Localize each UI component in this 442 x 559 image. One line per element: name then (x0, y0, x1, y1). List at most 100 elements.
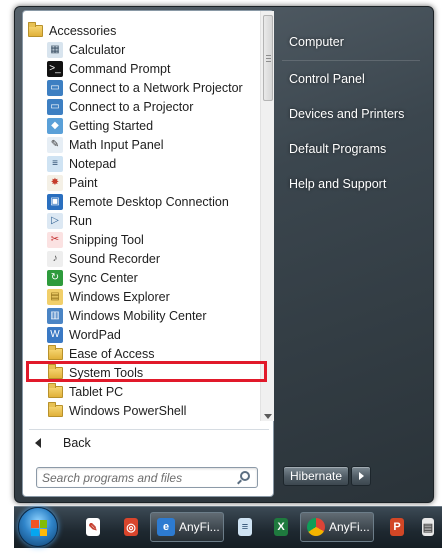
capture-icon: ◎ (124, 518, 138, 536)
taskbar-notepad-button[interactable]: ≡ (232, 512, 256, 542)
search-icon[interactable] (240, 471, 250, 481)
program-item[interactable]: ↻ Sync Center (23, 268, 259, 287)
program-item[interactable]: System Tools (23, 363, 259, 382)
chrome-icon (307, 518, 325, 536)
program-label: Calculator (69, 42, 126, 57)
notepad-icon: ≡ (238, 518, 252, 536)
program-label: Tablet PC (69, 384, 124, 399)
taskbar-excel-button[interactable]: X (268, 512, 292, 542)
right-item-control-panel[interactable]: Control Panel (289, 72, 365, 86)
program-item[interactable]: ◆ Getting Started (23, 116, 259, 135)
program-label: Getting Started (69, 118, 154, 133)
program-label: Math Input Panel (69, 137, 164, 152)
program-item[interactable]: Windows PowerShell (23, 401, 259, 420)
search-box[interactable] (36, 467, 258, 488)
right-item-help-and-support[interactable]: Help and Support (289, 177, 386, 191)
network-projector-icon: ▭ (47, 79, 63, 96)
excel-icon: X (274, 518, 288, 536)
back-arrow-icon (35, 438, 41, 448)
program-item[interactable]: Tablet PC (23, 382, 259, 401)
program-item[interactable]: ▦ Calculator (23, 40, 259, 59)
taskbar-chrome-button[interactable]: AnyFi... (300, 512, 374, 542)
program-item[interactable]: W WordPad (23, 325, 259, 344)
program-label: Connect to a Network Projector (69, 80, 243, 95)
program-item[interactable]: ▣ Remote Desktop Connection (23, 192, 259, 211)
program-label: System Tools (69, 365, 144, 380)
taskbar-paint-button[interactable]: ✎ (80, 512, 104, 542)
program-item[interactable]: ♪ Sound Recorder (23, 249, 259, 268)
program-label: Notepad (69, 156, 117, 171)
program-item[interactable]: >_ Command Prompt (23, 59, 259, 78)
calculator-icon: ▦ (47, 41, 63, 58)
program-label: Accessories (49, 23, 117, 38)
program-label: Sound Recorder (69, 251, 161, 266)
getting-started-icon: ◆ (47, 117, 63, 134)
hibernate-button[interactable]: Hibernate (283, 466, 349, 486)
taskbar-powerpoint-button[interactable]: P (384, 512, 408, 542)
projector-icon: ▭ (47, 98, 63, 115)
program-label: Windows Explorer (69, 289, 170, 304)
program-label: Command Prompt (69, 61, 171, 76)
taskbar-ie-button[interactable]: e AnyFi... (150, 512, 224, 542)
program-item[interactable]: ▥ Windows Mobility Center (23, 306, 259, 325)
taskbar-chrome-label: AnyFi... (329, 520, 370, 534)
start-button[interactable] (18, 507, 58, 547)
taskbar-ie-label: AnyFi... (179, 520, 220, 534)
explorer-icon: ▤ (47, 288, 63, 305)
taskbar: ✎ ◎ e AnyFi... ≡ X AnyFi... P ▤ (14, 506, 442, 548)
program-item[interactable]: ▤ Windows Explorer (23, 287, 259, 306)
program-item[interactable]: ▭ Connect to a Network Projector (23, 78, 259, 97)
folder-icon (27, 21, 43, 39)
ie-icon: e (157, 518, 175, 536)
folder-icon (47, 363, 63, 381)
program-item[interactable]: ✂ Snipping Tool (23, 230, 259, 249)
back-label: Back (63, 436, 91, 450)
program-label: Ease of Access (69, 346, 155, 361)
program-label: Sync Center (69, 270, 138, 285)
program-item[interactable]: ✎ Math Input Panel (23, 135, 259, 154)
remote-desktop-icon: ▣ (47, 193, 63, 210)
program-label: Snipping Tool (69, 232, 144, 247)
program-label: WordPad (69, 327, 121, 342)
program-item[interactable]: ▭ Connect to a Projector (23, 97, 259, 116)
program-item[interactable]: ≡ Notepad (23, 154, 259, 173)
program-item[interactable]: Accessories (23, 21, 259, 40)
back-button[interactable]: Back (23, 431, 273, 455)
right-separator (282, 60, 420, 61)
program-item[interactable]: ▷ Run (23, 211, 259, 230)
divider (29, 429, 269, 430)
windows-logo-icon (31, 520, 47, 536)
program-label: Remote Desktop Connection (69, 194, 229, 209)
power-options-button[interactable] (351, 466, 371, 486)
program-label: Windows Mobility Center (69, 308, 207, 323)
app-icon: ▤ (422, 518, 434, 536)
program-item[interactable]: ✸ Paint (23, 173, 259, 192)
powerpoint-icon: P (390, 518, 404, 536)
program-label: Paint (69, 175, 98, 190)
right-item-computer[interactable]: Computer (289, 35, 344, 49)
sync-icon: ↻ (47, 269, 63, 286)
run-icon: ▷ (47, 212, 63, 229)
right-item-default-programs[interactable]: Default Programs (289, 142, 386, 156)
notepad-icon: ≡ (47, 155, 63, 172)
paint-icon: ✸ (47, 174, 63, 191)
microphone-icon: ♪ (47, 250, 63, 267)
scroll-down-icon[interactable] (264, 414, 272, 419)
program-label: Windows PowerShell (69, 403, 187, 418)
all-programs-list: Accessories ▦ Calculator >_ Command Prompt ▭ C… (23, 11, 259, 421)
wordpad-icon: W (47, 326, 63, 343)
right-item-devices-and-printers[interactable]: Devices and Printers (289, 107, 404, 121)
taskbar-app-button[interactable]: ▤ (416, 512, 438, 542)
program-label: Run (69, 213, 92, 228)
math-input-icon: ✎ (47, 136, 63, 153)
command-prompt-icon: >_ (47, 60, 63, 77)
program-item[interactable]: Ease of Access (23, 344, 259, 363)
programs-scrollbar[interactable] (260, 11, 274, 421)
taskbar-snagit-button[interactable]: ◎ (118, 512, 142, 542)
folder-icon (47, 401, 63, 419)
scroll-thumb[interactable] (263, 15, 273, 101)
folder-icon (47, 344, 63, 362)
program-label: Connect to a Projector (69, 99, 194, 114)
programs-pane: Accessories ▦ Calculator >_ Command Prompt ▭ C… (22, 10, 274, 497)
search-input[interactable] (42, 470, 232, 486)
